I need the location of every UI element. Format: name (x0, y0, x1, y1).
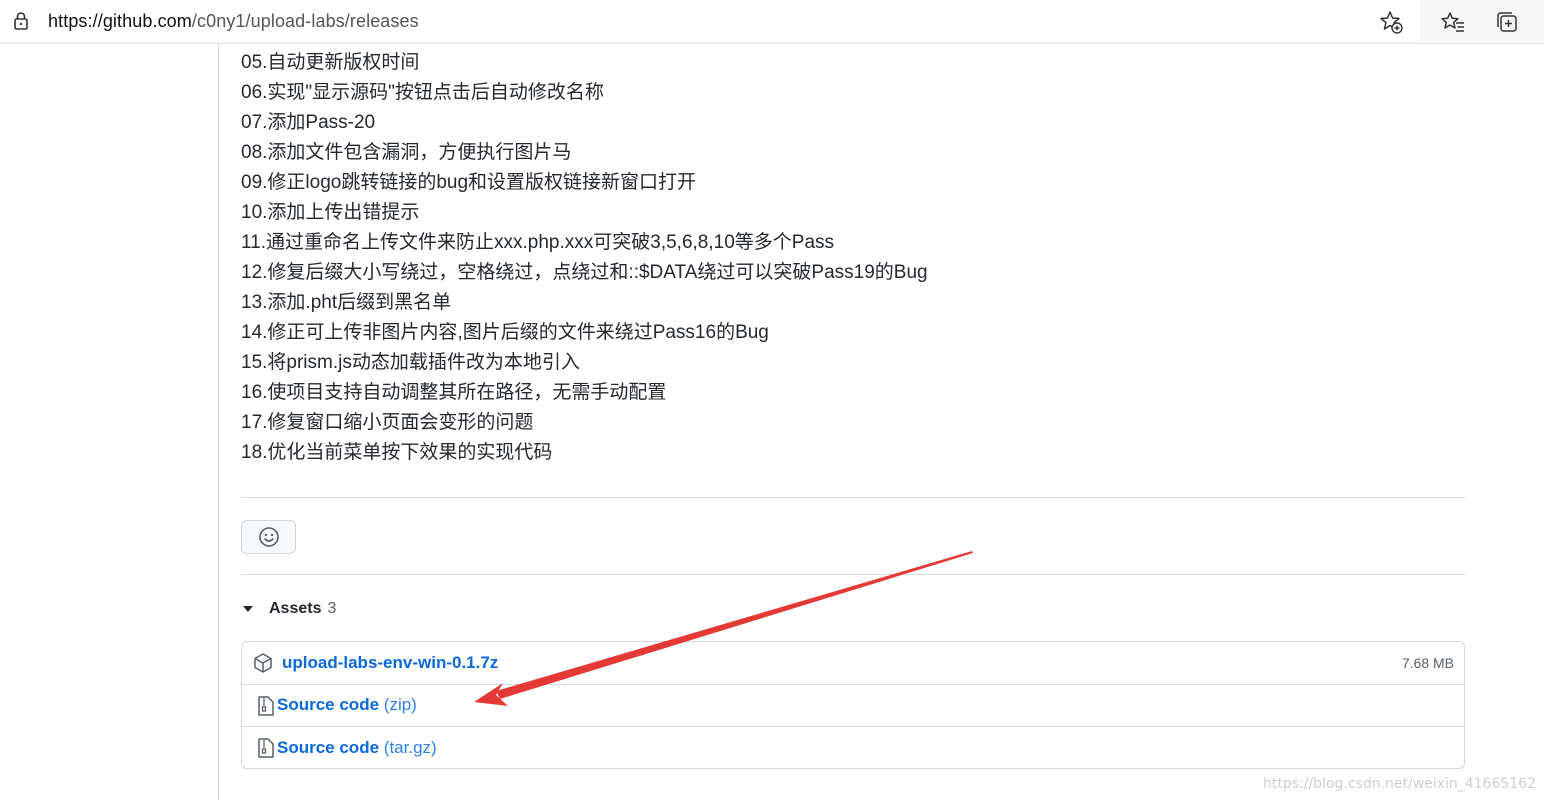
source-code-label: Source code (277, 695, 380, 715)
release-note-line: 08.添加文件包含漏洞，方便执行图片马 (241, 142, 572, 163)
source-code-zip-link[interactable]: Source code (zip) (277, 695, 417, 715)
source-code-format: (tar.gz) (383, 738, 437, 758)
assets-title: Assets (269, 600, 322, 617)
release-note-line: 15.将prism.js动态加载插件改为本地引入 (241, 352, 580, 373)
favorites-icon[interactable] (1440, 9, 1466, 35)
smiley-icon (258, 527, 279, 547)
add-favorite-icon[interactable] (1378, 9, 1404, 35)
caret-down-icon (243, 606, 253, 612)
asset-row: upload-labs-env-win-0.1.7z 7.68 MB (242, 642, 1464, 685)
url-path: /c0ny1/upload-labs/releases (191, 11, 419, 31)
assets-toggle[interactable]: Assets 3 (243, 597, 336, 621)
section-divider (241, 574, 1465, 575)
browser-toolbar: https://github.com/c0ny1/upload-labs/rel… (0, 0, 1544, 44)
assets-list: upload-labs-env-win-0.1.7z 7.68 MB Sourc… (241, 641, 1465, 769)
release-note-line: 11.通过重命名上传文件来防止xxx.php.xxx可突破3,5,6,8,10等… (241, 232, 835, 253)
package-icon (254, 653, 272, 673)
release-notes: 05.自动更新版权时间 06.实现"显示源码"按钮点击后自动修改名称 07.添加… (241, 48, 1241, 468)
release-note-line: 06.实现"显示源码"按钮点击后自动修改名称 (241, 82, 604, 103)
asset-link-env-win[interactable]: upload-labs-env-win-0.1.7z (282, 653, 498, 673)
release-note-line: 10.添加上传出错提示 (241, 202, 420, 223)
add-reaction-button[interactable] (241, 520, 296, 554)
release-note-line: 09.修正logo跳转链接的bug和设置版权链接新窗口打开 (241, 172, 697, 193)
url-host: https://github.com (48, 11, 192, 31)
collections-icon[interactable] (1494, 9, 1520, 35)
source-code-format: (zip) (383, 695, 417, 715)
layout-divider (218, 44, 219, 800)
file-zip-icon (258, 738, 274, 758)
source-code-label: Source code (277, 738, 380, 758)
assets-count: 3 (327, 600, 337, 617)
watermark: https://blog.csdn.net/weixin_41665162 (1262, 776, 1536, 792)
source-code-targz-link[interactable]: Source code (tar.gz) (277, 738, 437, 758)
release-note-line: 14.修正可上传非图片内容,图片后缀的文件来绕过Pass16的Bug (241, 322, 769, 343)
release-note-line: 07.添加Pass-20 (241, 112, 376, 133)
url-text[interactable]: https://github.com/c0ny1/upload-labs/rel… (48, 11, 419, 32)
asset-row: Source code (zip) (242, 685, 1464, 728)
asset-row: Source code (tar.gz) (242, 727, 1464, 768)
release-note-line: 16.使项目支持自动调整其所在路径，无需手动配置 (241, 382, 667, 403)
release-note-line: 17.修复窗口缩小页面会变形的问题 (241, 412, 534, 433)
release-note-line: 18.优化当前菜单按下效果的实现代码 (241, 442, 553, 463)
asset-size: 7.68 MB (1401, 654, 1454, 671)
address-bar[interactable]: https://github.com/c0ny1/upload-labs/rel… (0, 0, 1420, 42)
lock-icon[interactable] (12, 11, 30, 31)
section-divider (241, 497, 1465, 498)
file-zip-icon (258, 695, 274, 716)
release-note-line: 05.自动更新版权时间 (241, 52, 420, 73)
release-note-line: 12.修复后缀大小写绕过，空格绕过，点绕过和::$DATA绕过可以突破Pass1… (241, 262, 928, 283)
release-note-line: 13.添加.pht后缀到黑名单 (241, 292, 452, 313)
